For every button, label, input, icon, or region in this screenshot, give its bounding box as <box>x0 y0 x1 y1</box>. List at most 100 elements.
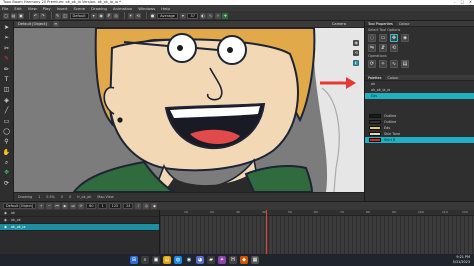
task-view-icon[interactable]: ▣ <box>152 256 160 264</box>
menu-insert[interactable]: Insert <box>57 6 68 11</box>
grid-icon[interactable]: # <box>105 12 112 19</box>
tab-tool-properties[interactable]: Tool Properties <box>365 21 396 26</box>
flip-vertical-icon[interactable]: ⇵ <box>379 44 387 52</box>
menu-view[interactable]: View <box>28 6 37 11</box>
eye-icon[interactable]: ◉ <box>4 211 7 215</box>
camera-view-toggle-icon[interactable]: ◧ <box>353 60 360 66</box>
menu-drawing[interactable]: Drawing <box>91 6 107 11</box>
rectangle-tool-icon[interactable]: ▭ <box>3 118 11 125</box>
search-icon[interactable]: ⌕ <box>141 256 149 264</box>
undo-icon[interactable]: ↶ <box>32 12 39 19</box>
app-icon[interactable]: ◆ <box>240 256 248 264</box>
permanent-select-icon[interactable]: ◈ <box>401 34 409 42</box>
loop-icon[interactable]: ⟳ <box>78 203 85 209</box>
timeline-ruler[interactable]: 10 20 30 40 50 60 70 80 90 100 110 120 <box>160 210 474 216</box>
smoothing-icon[interactable]: ∿ <box>207 12 214 19</box>
flip-horizontal-icon[interactable]: ⇋ <box>368 44 376 52</box>
zoom-tool-icon[interactable]: ⌕ <box>3 159 11 166</box>
menu-file[interactable]: File <box>2 6 8 11</box>
app-icon[interactable]: ▰ <box>207 256 215 264</box>
last-frame-icon[interactable]: ⏭ <box>70 203 77 209</box>
view-layer-tab[interactable]: Default [Object] <box>16 22 49 26</box>
tab-colour-list[interactable]: Colour <box>385 76 402 80</box>
chevron-down-icon[interactable]: ▾ <box>179 12 186 19</box>
ellipse-tool-icon[interactable]: ◯ <box>3 128 11 135</box>
browser-icon[interactable]: ◍ <box>174 256 182 264</box>
paint-bucket-icon[interactable]: ◈ <box>3 97 11 104</box>
add-layer-icon[interactable]: + <box>38 203 45 209</box>
start-frame-field[interactable]: 1 <box>98 203 107 209</box>
menu-play[interactable]: Play <box>43 6 51 11</box>
pencil-tool-icon[interactable]: ✏ <box>3 66 11 73</box>
transform-tool-icon[interactable]: ✥ <box>3 169 11 176</box>
timeline-playhead[interactable] <box>266 210 267 254</box>
lock-icon[interactable]: ◉ <box>98 12 105 19</box>
hand-tool-icon[interactable]: ✋ <box>3 149 11 156</box>
contour-editor-icon[interactable]: ➢ <box>3 34 11 41</box>
app-icon[interactable]: ✦ <box>218 256 226 264</box>
line-tool-icon[interactable]: ╱ <box>3 107 11 114</box>
start-icon[interactable]: ⊞ <box>130 256 138 264</box>
timeline-layer-field[interactable]: Default [Object] <box>3 203 37 209</box>
camera-icon[interactable]: ◉ <box>353 40 360 46</box>
menu-edit[interactable]: Edit <box>14 6 21 11</box>
eye-icon[interactable]: ◉ <box>4 225 7 229</box>
camera-view-canvas[interactable] <box>14 28 364 192</box>
flatten-icon[interactable]: ▤ <box>401 60 409 68</box>
play-icon[interactable]: ▶ <box>62 203 69 209</box>
brush-icon[interactable]: ● <box>149 12 156 19</box>
steam-icon[interactable]: ◉ <box>185 256 193 264</box>
timeline-layer[interactable]: ◉ ok_ok <box>0 217 159 224</box>
fps-field[interactable]: 24 <box>123 203 134 209</box>
timeline-frames[interactable]: 10 20 30 40 50 60 70 80 90 100 110 120 <box>160 210 474 254</box>
blend-select[interactable]: Average <box>157 12 178 19</box>
cutter-icon[interactable]: ✂ <box>3 45 11 52</box>
new-icon[interactable]: ▢ <box>3 12 9 19</box>
footer-zoom[interactable]: 0.5% <box>46 195 55 199</box>
menu-scene[interactable]: Scene <box>74 6 86 11</box>
eraser-tool-icon[interactable]: ◫ <box>3 86 11 93</box>
smooth-icon[interactable]: ∿ <box>390 60 398 68</box>
timeline-layer-selected[interactable]: ◉ ok_ok_ia <box>0 224 159 231</box>
tab-colour[interactable]: Colour <box>396 22 413 26</box>
stop-frame-field[interactable]: 125 <box>108 203 122 209</box>
size-field[interactable]: 37 <box>187 12 198 19</box>
pressure-icon[interactable]: ◐ <box>199 12 206 19</box>
taskbar-clock[interactable]: 9:21 PM 5/31/2023 <box>453 255 470 265</box>
key-icon[interactable]: ◆ <box>151 203 158 209</box>
convert-icon[interactable]: ⟳ <box>368 60 376 68</box>
dropper-icon[interactable]: ⚲ <box>3 138 11 145</box>
footer-map-view[interactable]: Map View <box>97 195 113 199</box>
toon-boom-icon[interactable]: H <box>229 256 237 264</box>
current-frame-field[interactable]: 60 <box>86 203 97 209</box>
snap-icon[interactable]: ✥ <box>390 34 398 42</box>
onion-skin-icon[interactable]: ◎ <box>113 12 120 19</box>
first-frame-icon[interactable]: ⏮ <box>54 203 61 209</box>
redo-icon[interactable]: ↷ <box>40 12 46 19</box>
eraser-icon[interactable]: ◫ <box>62 12 68 19</box>
onion-skin-toggle-icon[interactable]: ◎ <box>143 203 150 209</box>
text-tool-icon[interactable]: T <box>3 76 11 83</box>
discord-icon[interactable]: ◕ <box>196 256 204 264</box>
colour-swatch-row-selected[interactable]: Shirt B <box>365 137 474 143</box>
menu-animation[interactable]: Animation <box>113 6 132 11</box>
brush-icon[interactable]: ✎ <box>54 12 61 19</box>
lasso-icon[interactable]: ◌ <box>368 34 376 42</box>
file-explorer-icon[interactable]: ▤ <box>163 256 171 264</box>
tab-palettes[interactable]: Palettes <box>365 75 385 80</box>
timeline-layer[interactable]: ◉ ok <box>0 210 159 217</box>
tool-preset-icon[interactable]: ✧ <box>214 12 221 19</box>
view-menu-icon[interactable]: ≡ <box>52 21 59 27</box>
light-table-icon[interactable]: ☀ <box>127 12 134 19</box>
rotate-view-icon[interactable]: ⟳ <box>3 180 11 187</box>
plugin-icon[interactable]: ✚ <box>222 12 229 19</box>
menu-help[interactable]: Help <box>161 6 170 11</box>
open-icon[interactable]: ▤ <box>10 12 17 19</box>
reset-view-icon[interactable]: ⟲ <box>353 50 360 56</box>
chevron-down-icon[interactable]: ▾ <box>90 12 97 19</box>
layer-select[interactable]: Default <box>69 12 89 19</box>
sound-icon[interactable]: ♪ <box>135 203 142 209</box>
marquee-icon[interactable]: ▭ <box>379 34 387 42</box>
eye-icon[interactable]: ◉ <box>4 218 7 222</box>
delete-layer-icon[interactable]: − <box>46 203 53 209</box>
